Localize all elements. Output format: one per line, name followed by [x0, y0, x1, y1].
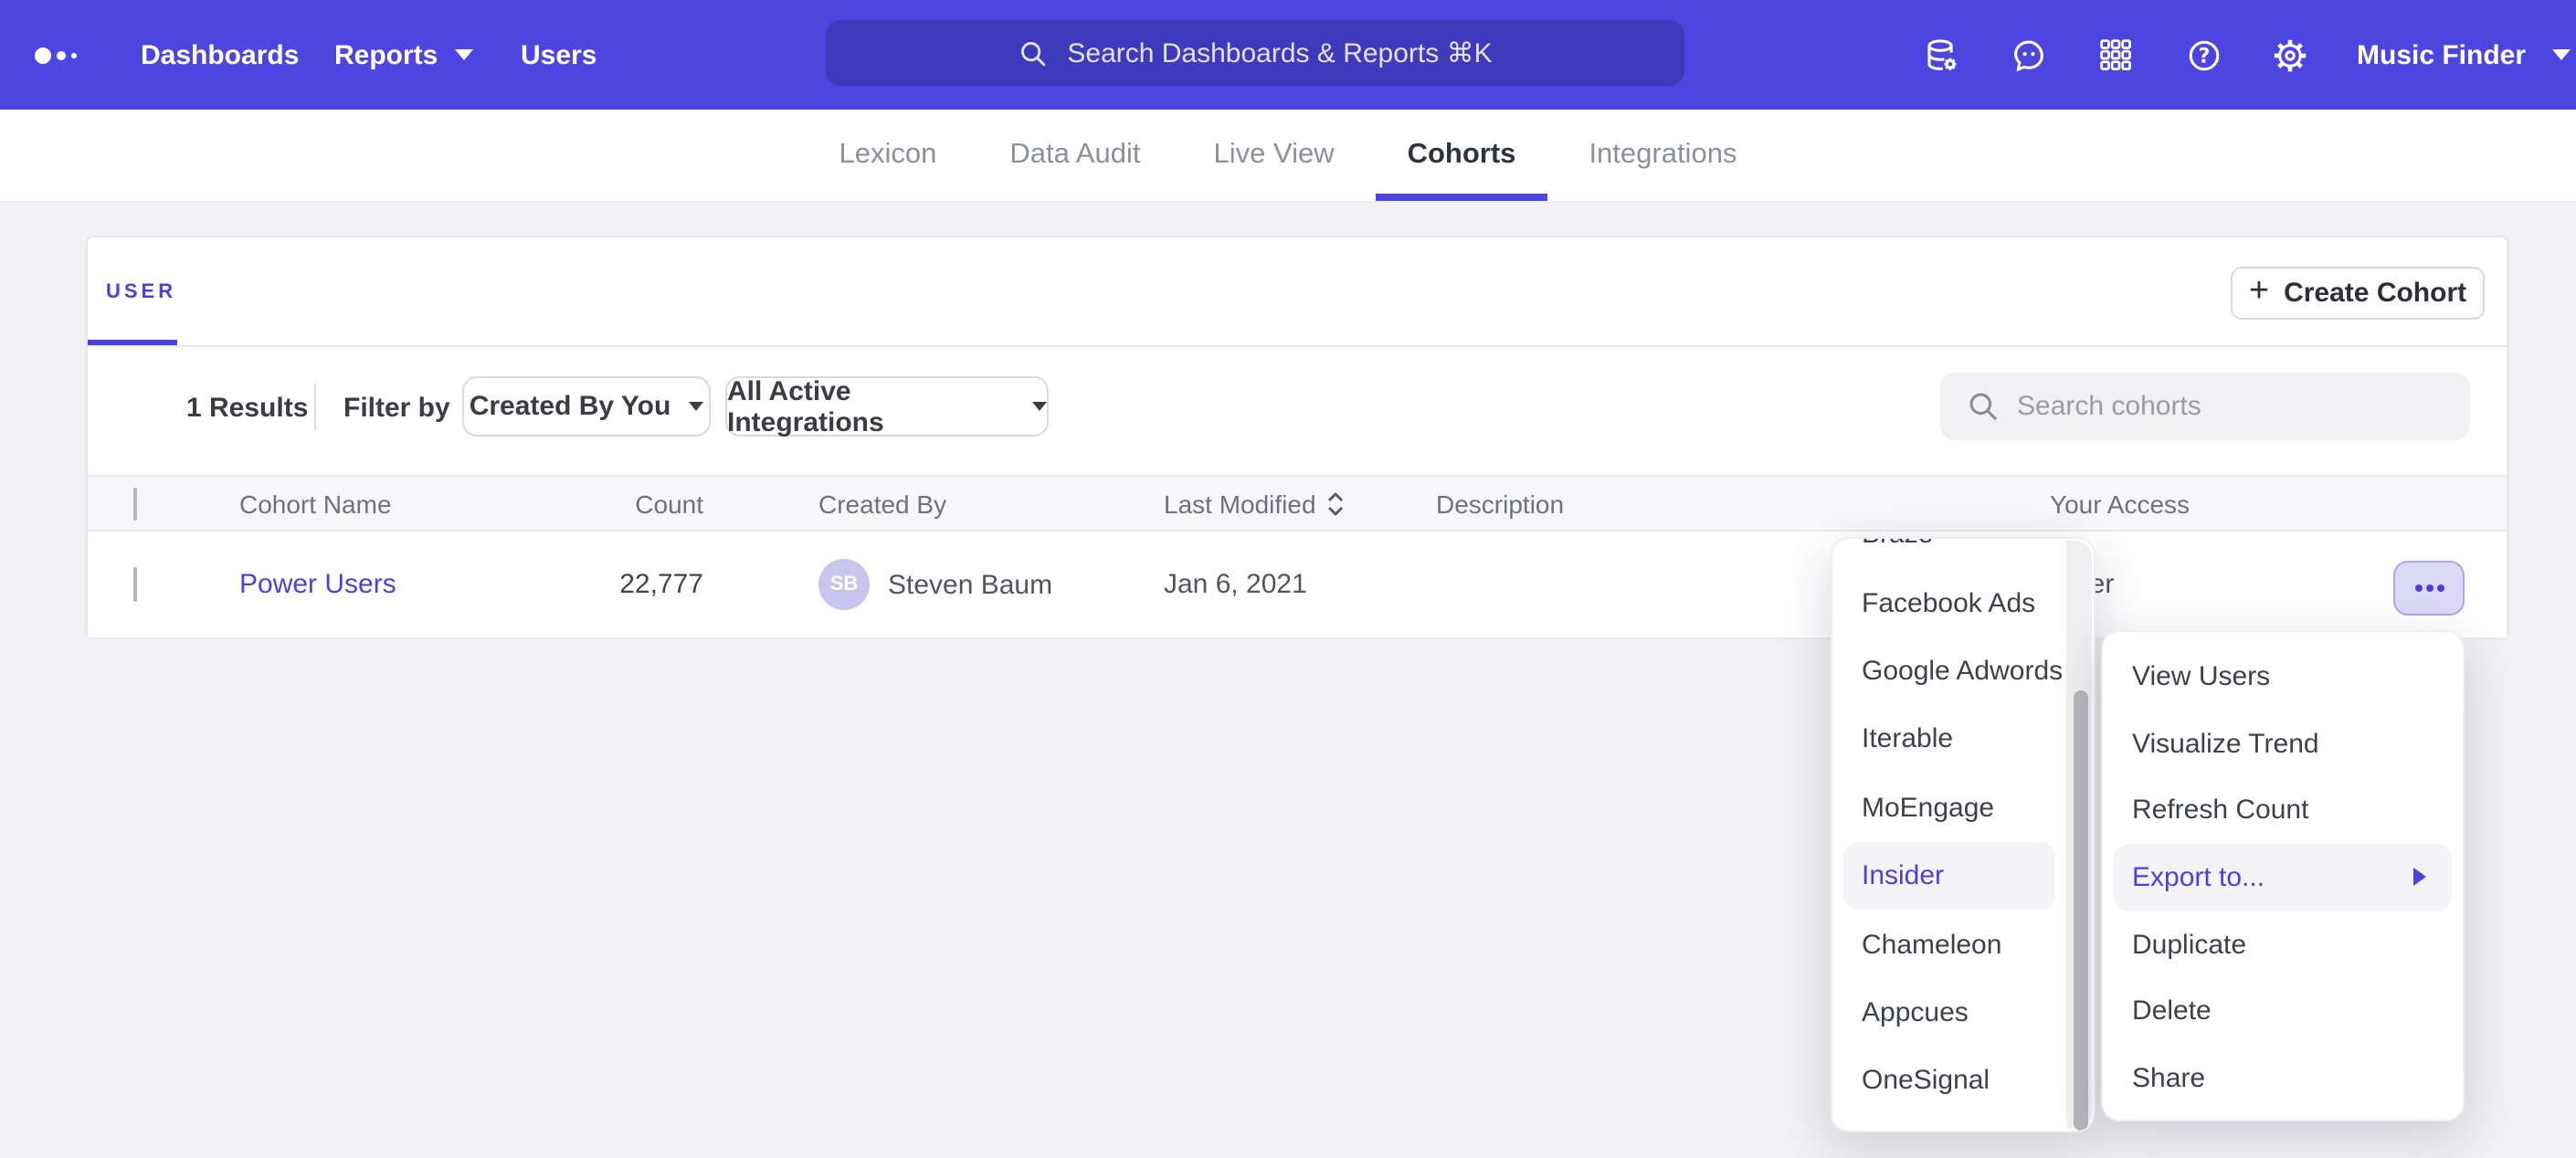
- filter-by-label: Filter by: [343, 393, 450, 424]
- table-header: Cohort Name Count Created By Last Modifi…: [88, 475, 2507, 532]
- submenu-item-chameleon[interactable]: Chameleon: [1832, 911, 2094, 979]
- column-created-by[interactable]: Created By: [818, 489, 946, 518]
- plus-icon: +: [2249, 274, 2269, 309]
- table-row: Power Users 22,777 SB Steven Baum Jan 6,…: [88, 532, 2507, 637]
- ellipsis-icon: [2414, 584, 2422, 592]
- export-submenu: Braze Facebook Ads Google Adwords Iterab…: [1831, 537, 2096, 1132]
- row-context-menu: View Users Visualize Trend Refresh Count…: [2101, 630, 2465, 1121]
- created-by-filter-dropdown[interactable]: Created By You: [462, 376, 711, 437]
- apps-grid-icon[interactable]: [2094, 33, 2138, 77]
- column-count[interactable]: Count: [539, 489, 703, 518]
- nav-dashboards-label: Dashboards: [141, 39, 299, 70]
- divider: [314, 384, 316, 431]
- nav-users[interactable]: Users: [521, 0, 596, 110]
- nav-dashboards[interactable]: Dashboards: [141, 0, 299, 110]
- global-search-placeholder: Search Dashboards & Reports ⌘K: [1067, 37, 1492, 69]
- tab-user-cohorts[interactable]: USER: [106, 281, 176, 303]
- submenu-item-moengage[interactable]: MoEngage: [1832, 774, 2094, 842]
- search-icon: [1018, 37, 1049, 68]
- column-description[interactable]: Description: [1436, 489, 1564, 518]
- row-actions-button[interactable]: [2393, 561, 2465, 616]
- submenu-item-iterable[interactable]: Iterable: [1832, 705, 2094, 774]
- tab-integrations[interactable]: Integrations: [1589, 110, 1737, 201]
- help-icon[interactable]: ?: [2181, 33, 2225, 77]
- cohort-search-input[interactable]: [1940, 373, 2470, 440]
- global-search-input[interactable]: Search Dashboards & Reports ⌘K: [826, 20, 1684, 86]
- column-last-modified[interactable]: Last Modified: [1164, 489, 1346, 518]
- select-all-checkbox[interactable]: [133, 487, 137, 520]
- tab-cohorts[interactable]: Cohorts: [1408, 110, 1516, 201]
- integrations-filter-dropdown[interactable]: All Active Integrations: [725, 376, 1049, 437]
- tab-lexicon[interactable]: Lexicon: [839, 110, 937, 201]
- project-switcher[interactable]: Music Finder: [2357, 0, 2570, 110]
- cohort-name-link[interactable]: Power Users: [239, 569, 396, 600]
- submenu-arrow-icon: [2413, 868, 2426, 887]
- menu-item-delete[interactable]: Delete: [2103, 978, 2463, 1045]
- column-your-access[interactable]: Your Access: [2050, 489, 2190, 518]
- divider: [88, 345, 2507, 347]
- submenu-item-google-adwords[interactable]: Google Adwords: [1832, 637, 2094, 706]
- last-modified-cell: Jan 6, 2021: [1164, 569, 1307, 600]
- menu-item-duplicate[interactable]: Duplicate: [2103, 911, 2463, 978]
- cohort-search: [1940, 373, 2470, 440]
- sort-icon: [1327, 490, 1346, 516]
- create-cohort-button[interactable]: + Create Cohort: [2231, 267, 2485, 320]
- tab-live-view[interactable]: Live View: [1213, 110, 1334, 201]
- settings-gear-icon[interactable]: [2267, 33, 2311, 77]
- cohorts-card: USER + Create Cohort 1 Results Filter by…: [86, 236, 2508, 637]
- column-cohort-name[interactable]: Cohort Name: [239, 489, 392, 518]
- cohort-count: 22,777: [539, 569, 703, 600]
- menu-item-export-to[interactable]: Export to...: [2114, 844, 2452, 911]
- chevron-down-icon: [454, 49, 472, 60]
- results-count: 1 Results: [186, 393, 308, 424]
- submenu-item-facebook-ads[interactable]: Facebook Ads: [1832, 569, 2094, 637]
- chevron-down-icon: [1032, 402, 1047, 411]
- submenu-scrollbar-thumb[interactable]: [2074, 690, 2088, 1131]
- submenu-item-braze[interactable]: Braze: [1832, 537, 2094, 569]
- menu-item-visualize-trend[interactable]: Visualize Trend: [2103, 710, 2463, 776]
- menu-item-share[interactable]: Share: [2103, 1045, 2463, 1111]
- submenu-item-appcues[interactable]: Appcues: [1832, 978, 2094, 1047]
- menu-item-view-users[interactable]: View Users: [2103, 643, 2463, 710]
- chevron-down-icon: [689, 402, 703, 411]
- nav-reports[interactable]: Reports: [334, 0, 472, 110]
- project-name-label: Music Finder: [2357, 39, 2526, 70]
- top-navbar: Dashboards Reports Users Search Dashboar…: [0, 0, 2576, 110]
- data-settings-icon[interactable]: [1918, 33, 1962, 77]
- row-checkbox[interactable]: [133, 567, 137, 602]
- tab-data-audit[interactable]: Data Audit: [1009, 110, 1140, 201]
- submenu-item-onesignal[interactable]: OneSignal: [1832, 1047, 2094, 1115]
- section-tabs: Lexicon Data Audit Live View Cohorts Int…: [0, 110, 2576, 203]
- submenu-item-insider[interactable]: Insider: [1843, 842, 2055, 911]
- avatar: SB: [818, 559, 870, 610]
- menu-item-refresh-count[interactable]: Refresh Count: [2103, 777, 2463, 844]
- created-by-name: Steven Baum: [888, 569, 1052, 600]
- mixpanel-logo-icon[interactable]: [35, 0, 77, 110]
- feedback-icon[interactable]: [2006, 33, 2050, 77]
- app-screen: Dashboards Reports Users Search Dashboar…: [0, 0, 2576, 1158]
- svg-text:?: ?: [2198, 45, 2210, 68]
- nav-users-label: Users: [521, 39, 596, 70]
- created-by-cell: SB Steven Baum: [818, 559, 1052, 610]
- chevron-down-icon: [2551, 49, 2570, 60]
- search-icon: [1966, 389, 2001, 424]
- nav-reports-label: Reports: [334, 39, 438, 70]
